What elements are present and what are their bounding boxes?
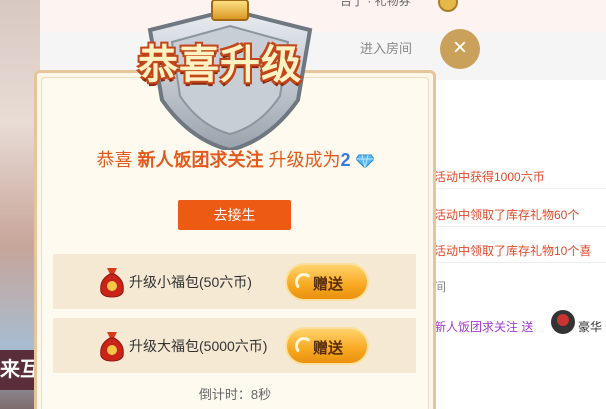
close-button[interactable]: ×: [440, 29, 480, 69]
chat-message: 间: [434, 280, 447, 294]
chat-message: 活动中领取了库存礼物60个: [434, 208, 580, 222]
chat-panel: 活动中获得1000六币 活动中领取了库存礼物60个 活动中领取了库存礼物10个喜…: [430, 80, 606, 409]
gift-label: 升级大福包(5000六币): [129, 338, 268, 354]
chat-divider: [430, 188, 606, 189]
gift-label: 升级小福包(50六币): [129, 274, 252, 290]
diamond-icon: [355, 154, 374, 169]
chat-message: 豪华: [578, 320, 603, 334]
send-gift-button[interactable]: 赠送: [285, 327, 369, 365]
enter-room-hint: 进入房间: [360, 41, 413, 56]
chat-divider: [430, 226, 606, 227]
chat-message: 活动中获得1000六币: [434, 170, 545, 184]
close-icon: ×: [452, 34, 467, 61]
lucky-bag-icon: [100, 268, 124, 298]
congrats-message: 恭喜 新人饭团求关注 升级成为2: [34, 146, 436, 172]
countdown-text: 倒计时：8秒: [198, 387, 272, 402]
badge-title: 恭喜升级: [138, 43, 302, 87]
swirl-icon: [295, 337, 313, 355]
new-level: 2: [340, 150, 351, 170]
congrats-mid: 升级成为: [263, 150, 341, 170]
gift-avatar-icon: [551, 310, 575, 334]
chat-divider: [430, 262, 606, 263]
lucky-bag-icon: [100, 332, 124, 362]
gift-row-large: 升级大福包(5000六币) 赠送: [53, 318, 416, 373]
chat-message: 新人饭团求关注 送: [434, 320, 534, 334]
chat-message: 活动中领取了库存礼物10个喜: [434, 244, 592, 258]
gift-row-small: 升级小福包(50六币) 赠送: [53, 254, 416, 309]
go-action-button[interactable]: 去接生: [178, 200, 291, 230]
send-label: 赠送: [313, 340, 344, 357]
username: 新人饭团求关注: [137, 150, 264, 170]
congrats-prefix: 恭喜: [96, 150, 138, 170]
coin-icon: [438, 0, 458, 12]
badge-title-wrapper: 恭喜升级: [134, 30, 334, 87]
send-gift-button[interactable]: 赠送: [285, 263, 369, 301]
top-bar-text: 台了 · 礼物券: [340, 0, 411, 8]
swirl-icon: [295, 273, 313, 291]
send-label: 赠送: [313, 276, 344, 293]
